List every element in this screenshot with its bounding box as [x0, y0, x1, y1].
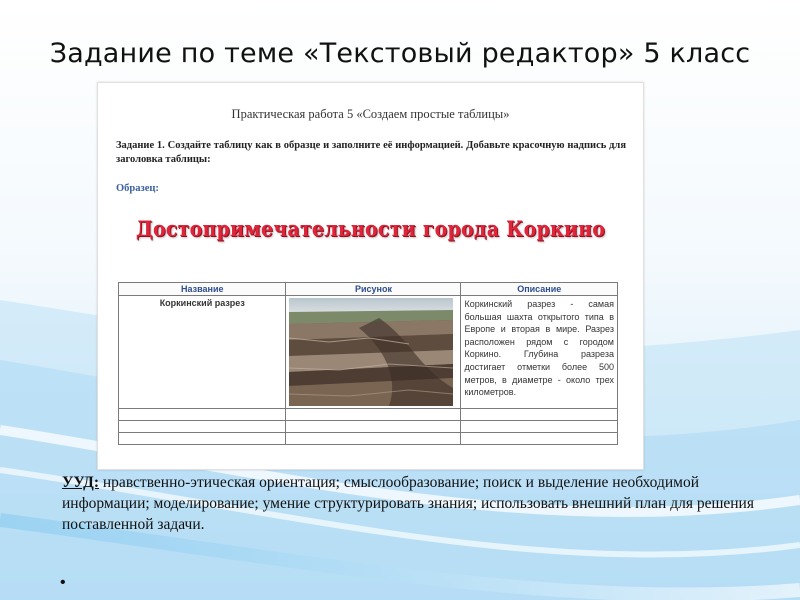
uud-text: нравственно-этическая ориентация; смысло… [62, 474, 754, 533]
table-row: Коркинский разрез Коркинский разрез - са… [117, 295, 618, 409]
header-name: Название [117, 282, 287, 296]
wordart-title: Достопримечательности города Коркино [135, 216, 606, 241]
document-image: Практическая работа 5 «Создаем простые т… [97, 82, 644, 470]
sample-label: Образец: [116, 183, 159, 194]
header-picture: Рисунок [285, 282, 462, 296]
header-description: Описание [460, 282, 618, 296]
cell-name: Коркинский разрез [117, 295, 287, 409]
table-row [117, 420, 618, 433]
table-row [117, 432, 618, 445]
uud-paragraph: УУД: нравственно-этическая ориентация; с… [62, 472, 767, 535]
bullet-point: • [60, 574, 66, 591]
table-row [117, 408, 618, 421]
document-heading: Практическая работа 5 «Создаем простые т… [231, 107, 510, 121]
cell-picture [285, 295, 462, 409]
slide-title: Задание по теме «Текстовый редактор» 5 к… [49, 38, 751, 69]
task-text: Задание 1. Создайте таблицу как в образц… [116, 140, 626, 165]
quarry-photo-icon [289, 298, 454, 406]
uud-label: УУД: [62, 474, 100, 491]
cell-description: Коркинский разрез - самая большая шахта … [460, 295, 618, 409]
sample-table: Название Рисунок Описание Коркинский раз… [117, 282, 618, 445]
table-header-row: Название Рисунок Описание [117, 282, 618, 296]
